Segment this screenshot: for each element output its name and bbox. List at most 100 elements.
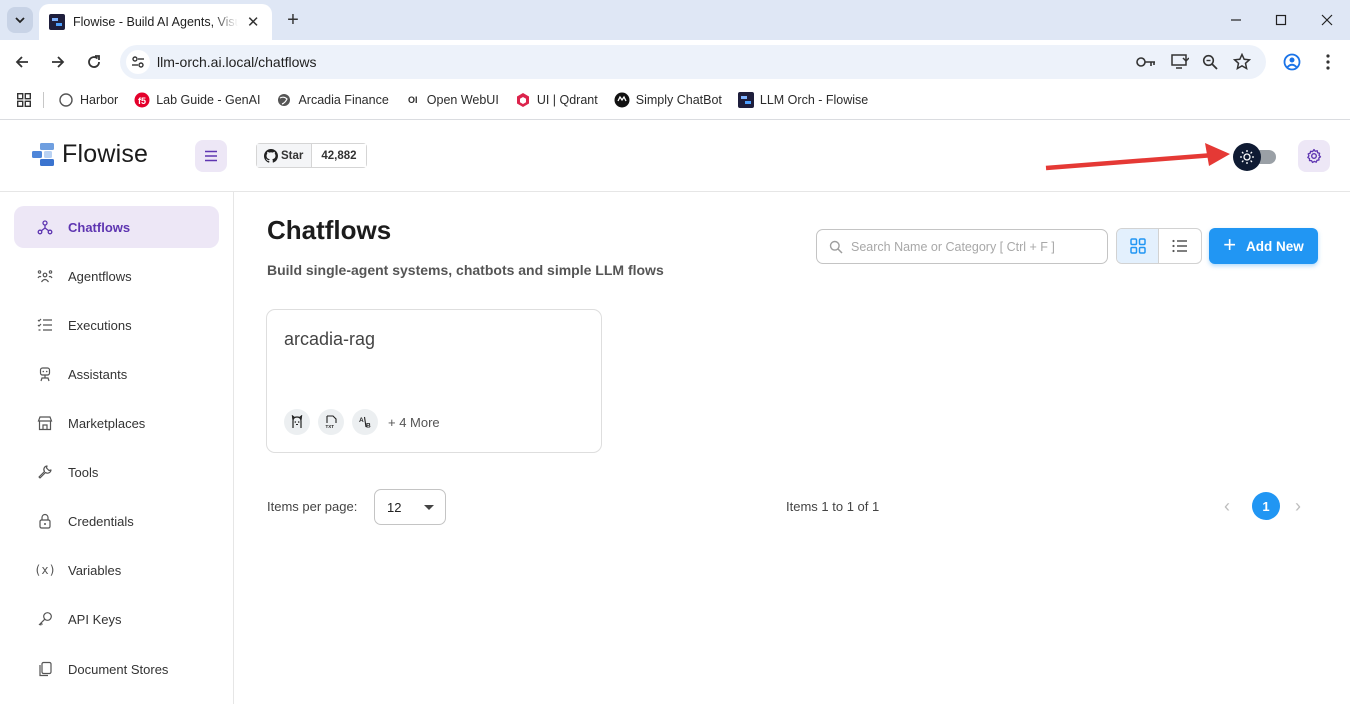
ollama-node-icon <box>284 409 310 435</box>
dark-mode-toggle[interactable] <box>1232 142 1278 171</box>
items-per-page-select[interactable]: 12 <box>374 489 446 525</box>
f5-logo-icon: f5 <box>134 92 150 108</box>
toggle-knob <box>1233 143 1261 171</box>
sidebar-item-label: Tools <box>68 464 99 480</box>
github-star-button[interactable]: Star <box>257 144 313 167</box>
executions-icon <box>36 316 54 334</box>
new-tab-button[interactable]: + <box>281 8 305 32</box>
sidebar-item-document-stores[interactable]: Document Stores <box>14 648 219 690</box>
tab-title: Flowise - Build AI Agents, Visual <box>73 15 239 29</box>
sidebar-item-label: Document Stores <box>68 661 169 677</box>
plus-icon: + <box>1223 232 1237 257</box>
sidebar-item-marketplaces[interactable]: Marketplaces <box>14 402 219 444</box>
maximize-button[interactable] <box>1266 8 1296 32</box>
sidebar-item-label: API Keys <box>68 611 122 627</box>
flowise-logo[interactable]: Flowise <box>32 140 148 169</box>
sidebar-item-chatflows[interactable]: Chatflows <box>14 206 219 248</box>
bookmark-qdrant[interactable]: UI | Qdrant <box>515 92 598 108</box>
sidebar-item-api-keys[interactable]: API Keys <box>14 598 219 640</box>
bookmark-harbor[interactable]: Harbor <box>58 92 118 108</box>
next-page-button[interactable]: › <box>1295 496 1301 517</box>
chatbot-icon <box>614 92 630 108</box>
sidebar-item-label: Executions <box>68 317 132 333</box>
apps-button[interactable] <box>17 93 31 107</box>
grid-view-icon <box>1129 238 1146 254</box>
chatflow-name: arcadia-rag <box>284 329 376 349</box>
text-splitter-node-icon: AB <box>352 409 378 435</box>
site-info-button[interactable] <box>126 50 150 74</box>
tools-icon <box>36 463 54 481</box>
bookmark-lab-guide[interactable]: f5 Lab Guide - GenAI <box>134 92 260 108</box>
previous-page-button[interactable]: ‹ <box>1224 496 1230 517</box>
svg-text:B: B <box>366 423 371 430</box>
zoom-icon[interactable] <box>1200 53 1220 71</box>
sidebar-item-agentflows[interactable]: Agentflows <box>14 255 219 297</box>
install-app-icon[interactable] <box>1170 53 1190 71</box>
sidebar-toggle-button[interactable] <box>195 140 227 172</box>
tab-search-button[interactable] <box>7 7 33 33</box>
variables-icon: (x) <box>34 563 56 577</box>
key-icon <box>36 610 54 628</box>
sidebar-item-executions[interactable]: Executions <box>14 304 219 346</box>
card-node-icons: TXT AB + 4 More <box>284 409 440 435</box>
bookmark-label: UI | Qdrant <box>536 93 598 107</box>
page-button-current[interactable]: 1 <box>1252 492 1280 520</box>
minimize-button[interactable] <box>1221 8 1251 32</box>
view-toggle-group <box>1116 228 1202 264</box>
bookmark-open-webui[interactable]: OI Open WebUI <box>405 92 499 108</box>
github-star-widget[interactable]: Star 42,882 <box>256 143 367 168</box>
profile-button[interactable] <box>1280 50 1304 74</box>
chatflows-icon <box>36 218 54 236</box>
bookmark-arcadia[interactable]: Arcadia Finance <box>276 92 389 108</box>
harbor-icon <box>58 92 74 108</box>
globe-icon <box>276 92 292 108</box>
github-icon <box>264 148 278 163</box>
open-webui-icon: OI <box>408 95 418 105</box>
lock-icon <box>36 512 54 530</box>
flowise-logo-icon <box>32 142 54 166</box>
sidebar-item-credentials[interactable]: Credentials <box>14 500 219 542</box>
reload-icon <box>88 55 100 68</box>
address-bar[interactable]: llm-orch.ai.local/chatflows <box>120 45 1266 79</box>
browser-menu-button[interactable] <box>1316 50 1340 74</box>
account-circle-icon <box>1283 53 1301 71</box>
bookmark-star-icon[interactable] <box>1232 53 1252 71</box>
close-tab-icon[interactable]: ✕ <box>244 13 262 31</box>
sidebar-item-label: Marketplaces <box>68 415 146 431</box>
add-new-label: Add New <box>1246 238 1304 254</box>
browser-tab-active[interactable]: Flowise - Build AI Agents, Visual ✕ <box>39 4 272 40</box>
arrow-right-icon <box>52 56 65 68</box>
list-view-icon <box>1172 239 1187 253</box>
sidebar-item-tools[interactable]: Tools <box>14 451 219 493</box>
bookmarks-separator <box>43 92 44 108</box>
bookmark-llm-orch[interactable]: LLM Orch - Flowise <box>737 92 869 108</box>
settings-button[interactable] <box>1298 140 1330 172</box>
sidebar-item-variables[interactable]: (x) Variables <box>14 549 219 591</box>
chevron-down-icon <box>15 17 25 24</box>
bookmark-label: Harbor <box>80 93 119 107</box>
flowise-favicon-icon <box>49 14 65 30</box>
dropdown-caret-icon <box>424 505 434 510</box>
bookmark-label: LLM Orch - Flowise <box>759 93 869 107</box>
bookmark-simply-chatbot[interactable]: Simply ChatBot <box>614 92 722 108</box>
annotation-arrow <box>1045 143 1230 171</box>
reload-button[interactable] <box>82 50 106 74</box>
list-view-button[interactable] <box>1159 229 1201 263</box>
search-input[interactable]: Search Name or Category [ Ctrl + F ] <box>816 229 1108 264</box>
add-new-button[interactable]: + Add New <box>1209 228 1318 264</box>
sidebar-item-label: Agentflows <box>68 268 132 284</box>
bookmarks-bar: Harbor f5 Lab Guide - GenAI Arcadia Finan… <box>0 84 1350 116</box>
browser-toolbar: llm-orch.ai.local/chatflows <box>0 40 1350 84</box>
card-view-button[interactable] <box>1117 229 1160 263</box>
chatflow-card[interactable]: arcadia-rag TXT AB + 4 More <box>266 309 602 453</box>
bookmark-label: Open WebUI <box>426 93 499 107</box>
more-vert-icon <box>1326 54 1330 70</box>
back-button[interactable] <box>10 50 34 74</box>
github-star-count[interactable]: 42,882 <box>312 144 366 167</box>
sidebar-item-assistants[interactable]: Assistants <box>14 353 219 395</box>
sidebar: Chatflows Agentflows Executions Assistan… <box>0 192 234 704</box>
password-key-icon[interactable] <box>1136 53 1156 71</box>
close-window-button[interactable] <box>1312 8 1342 32</box>
forward-button[interactable] <box>46 50 70 74</box>
sidebar-item-label: Variables <box>68 562 122 578</box>
